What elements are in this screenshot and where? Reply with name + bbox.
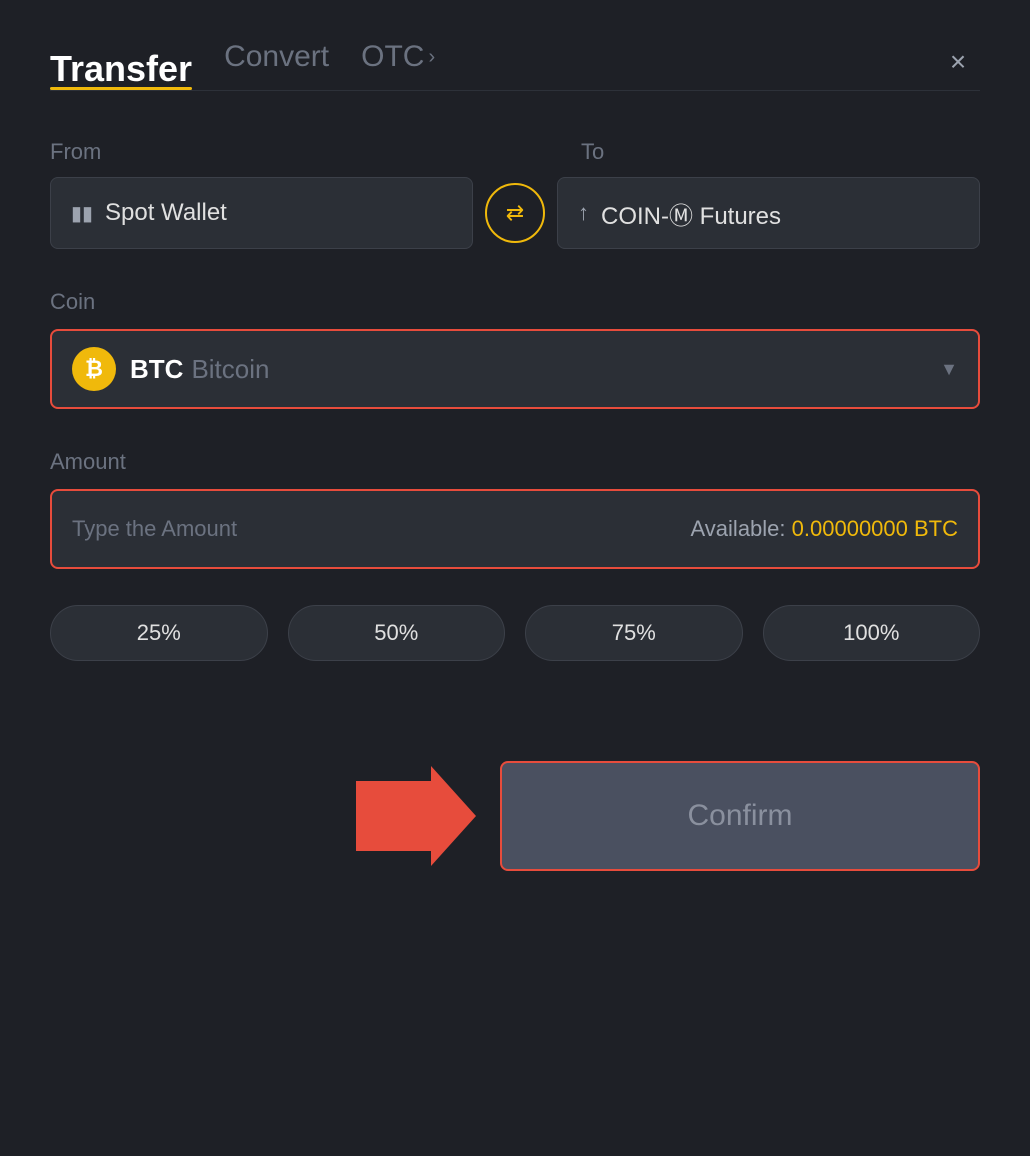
amount-input-box[interactable]: Type the Amount Available: 0.00000000 BT… [50, 489, 980, 569]
swap-button[interactable]: ⇄ [485, 183, 545, 243]
btc-icon: ₿ [72, 347, 116, 391]
coin-selector[interactable]: ₿ BTC Bitcoin ▼ [50, 329, 980, 409]
arrow-icon [356, 766, 476, 866]
pct-25-button[interactable]: 25% [50, 605, 268, 661]
amount-placeholder: Type the Amount [72, 516, 691, 542]
close-button[interactable]: × [936, 40, 980, 84]
amount-label: Amount [50, 449, 980, 475]
form-section: From To ▮▮ Spot Wallet ⇄ ↑ COIN-Ⓜ Future… [50, 139, 980, 721]
tab-group: Transfer Convert OTC › [50, 40, 980, 90]
arrow-indicator [50, 766, 500, 866]
swap-icon: ⇄ [506, 200, 524, 226]
coin-ticker: BTC [130, 354, 183, 385]
from-wallet-label: Spot Wallet [105, 199, 227, 227]
coin-label: Coin [50, 289, 980, 315]
tab-convert[interactable]: Convert [224, 40, 329, 90]
confirm-section: Confirm [50, 761, 980, 871]
coin-name: Bitcoin [191, 354, 269, 385]
to-wallet-selector[interactable]: ↑ COIN-Ⓜ Futures [557, 177, 980, 249]
available-value: 0.00000000 BTC [792, 516, 958, 541]
from-wallet-selector[interactable]: ▮▮ Spot Wallet [50, 177, 473, 249]
pct-100-button[interactable]: 100% [763, 605, 981, 661]
wallet-labels: From To [50, 139, 980, 165]
confirm-button[interactable]: Confirm [500, 761, 980, 871]
pct-75-button[interactable]: 75% [525, 605, 743, 661]
tab-otc[interactable]: OTC › [361, 40, 435, 90]
transfer-modal: Transfer Convert OTC › × From To ▮▮ Spot… [0, 0, 1030, 1156]
to-label: To [581, 139, 980, 165]
from-label: From [50, 139, 449, 165]
modal-header: Transfer Convert OTC › × [50, 40, 980, 90]
to-wallet-label: COIN-Ⓜ Futures [601, 196, 781, 231]
percentage-row: 25% 50% 75% 100% [50, 605, 980, 661]
wallet-icon: ▮▮ [71, 201, 93, 226]
futures-icon: ↑ [578, 200, 589, 226]
pct-50-button[interactable]: 50% [288, 605, 506, 661]
chevron-down-icon: ▼ [940, 359, 958, 380]
available-info: Available: 0.00000000 BTC [691, 516, 958, 542]
wallet-selector-row: ▮▮ Spot Wallet ⇄ ↑ COIN-Ⓜ Futures [50, 177, 980, 249]
tab-transfer[interactable]: Transfer [50, 48, 192, 90]
